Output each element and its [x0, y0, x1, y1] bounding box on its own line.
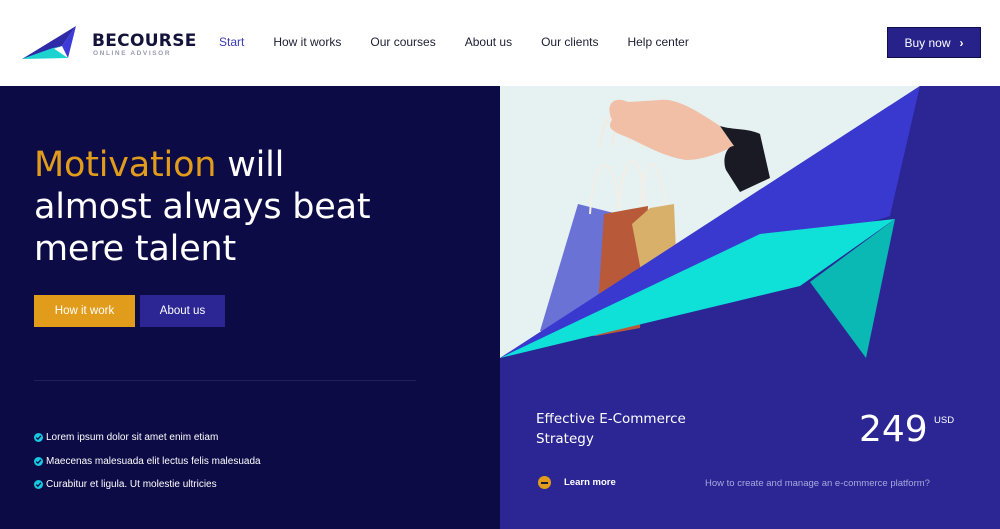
nav-item-our-clients[interactable]: Our clients — [541, 35, 598, 49]
list-item: Maecenas malesuada elit lectus felis mal… — [34, 450, 261, 474]
paper-plane-icon — [22, 26, 76, 59]
offer-title: Effective E-Commerce Strategy — [536, 409, 686, 449]
offer-title-line2: Strategy — [536, 431, 594, 447]
check-circle-icon — [34, 433, 43, 443]
about-us-button[interactable]: About us — [140, 295, 225, 327]
nav-item-start[interactable]: Start — [219, 35, 244, 49]
brand-tagline: ONLINE ADVISOR — [93, 50, 172, 57]
feature-text: Lorem ipsum dolor sit amet enim etiam — [46, 432, 219, 444]
headline-line3: mere talent — [34, 229, 237, 269]
learn-more-link[interactable]: Learn more — [538, 476, 616, 489]
site-header: Becourse ONLINE ADVISOR Start How it wor… — [0, 0, 1000, 86]
nav-item-help-center[interactable]: Help center — [627, 35, 688, 49]
main-nav: Start How it works Our courses About us … — [219, 35, 718, 49]
minus-circle-icon — [538, 476, 551, 489]
list-item: Lorem ipsum dolor sit amet enim etiam — [34, 426, 261, 450]
brand-name: Becourse — [92, 31, 197, 51]
brand-logo[interactable]: Becourse ONLINE ADVISOR — [22, 26, 196, 62]
buy-now-button[interactable]: Buy now › — [887, 27, 981, 58]
headline-line1-rest: will — [216, 145, 285, 185]
hero-headline: Motivation will almost always beat mere … — [34, 144, 371, 270]
list-item: Curabitur et ligula. Ut molestie ultrici… — [34, 473, 261, 497]
feature-text: Maecenas malesuada elit lectus felis mal… — [46, 455, 261, 467]
nav-item-about-us[interactable]: About us — [465, 35, 512, 49]
how-it-work-button[interactable]: How it work — [34, 295, 135, 327]
hero-divider — [34, 380, 416, 381]
offer-panel — [500, 86, 1000, 529]
chevron-right-icon: › — [959, 35, 964, 50]
headline-highlight: Motivation — [34, 145, 217, 185]
offer-price: 249 — [859, 409, 928, 450]
nav-item-how-it-works[interactable]: How it works — [273, 35, 341, 49]
feature-list: Lorem ipsum dolor sit amet enim etiam Ma… — [34, 426, 261, 497]
learn-more-label: Learn more — [564, 477, 616, 488]
check-circle-icon — [34, 456, 43, 466]
buy-now-label: Buy now — [904, 35, 951, 50]
headline-line2: almost always beat — [34, 187, 371, 227]
feature-text: Curabitur et ligula. Ut molestie ultrici… — [46, 479, 217, 491]
hero-section: Motivation will almost always beat mere … — [0, 86, 500, 529]
price-currency: USD — [934, 415, 955, 426]
offer-title-line1: Effective E-Commerce — [536, 411, 686, 427]
offer-question: How to create and manage an e-commerce p… — [705, 478, 930, 489]
nav-item-our-courses[interactable]: Our courses — [370, 35, 435, 49]
check-circle-icon — [34, 480, 43, 490]
hero-illustration — [500, 86, 1000, 358]
